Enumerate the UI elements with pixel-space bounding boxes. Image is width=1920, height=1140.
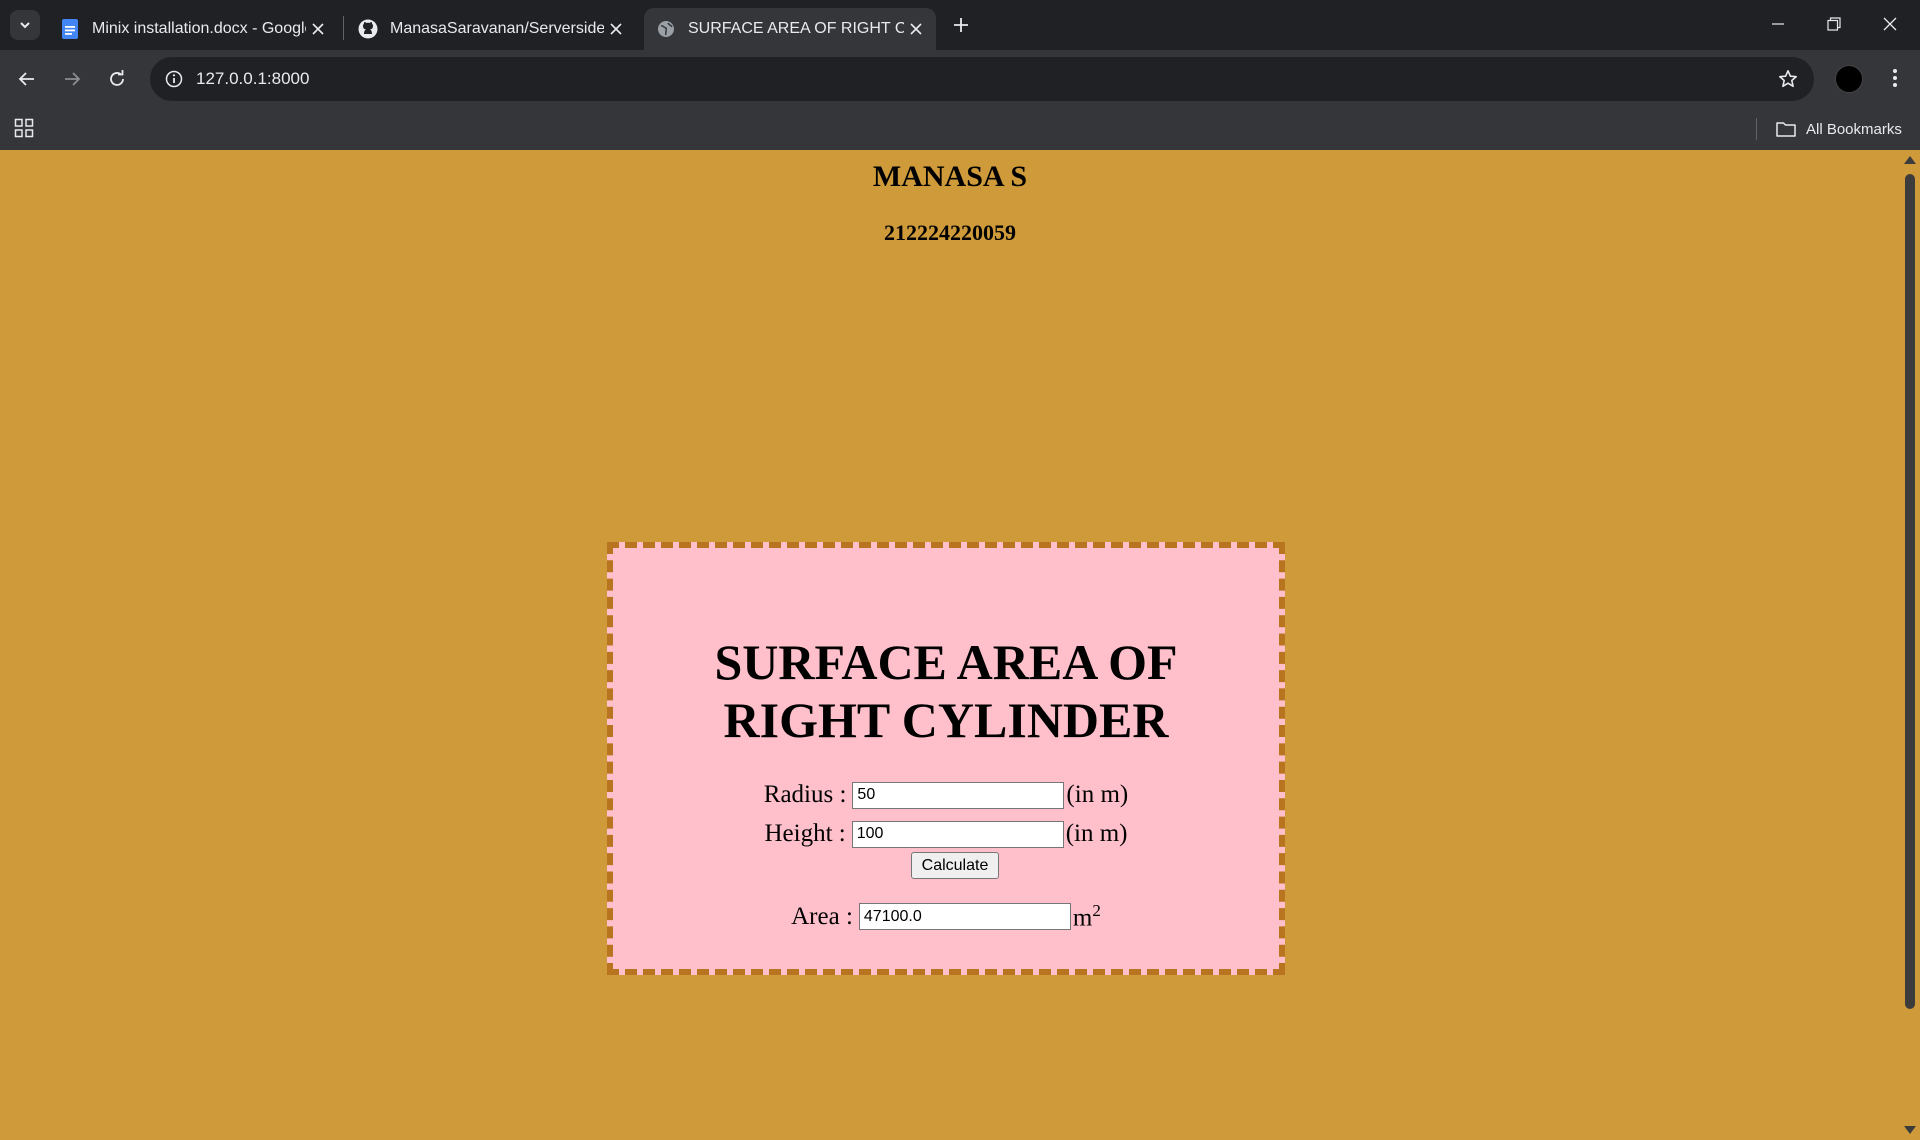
height-row: Height : (in m) (613, 820, 1279, 848)
github-icon (358, 19, 378, 39)
area-unit: m2 (1073, 901, 1101, 932)
calculate-button[interactable]: Calculate (911, 852, 999, 879)
register-number: 212224220059 (884, 220, 1016, 245)
area-unit-exponent: 2 (1092, 901, 1101, 920)
close-tab-icon[interactable] (904, 17, 928, 41)
tab-minix-doc[interactable]: Minix installation.docx - Google (48, 8, 338, 50)
all-bookmarks-label: All Bookmarks (1806, 120, 1902, 138)
radius-unit: (in m) (1066, 781, 1129, 808)
back-button[interactable] (10, 62, 44, 96)
restore-icon (1827, 17, 1841, 31)
page-scrollbar[interactable] (1900, 150, 1920, 1140)
plus-icon (954, 18, 968, 32)
arrow-left-icon (18, 72, 34, 86)
calculator-card: SURFACE AREA OF RIGHT CYLINDER Radius : … (607, 542, 1285, 975)
area-label: Area : (791, 902, 853, 930)
tab-bar: Minix installation.docx - Google ManasaS… (0, 0, 1920, 50)
page-content: MANASA S 212224220059 SURFACE AREA OF RI… (0, 150, 1900, 1140)
radius-row: Radius : (in m) (613, 781, 1279, 809)
browser-toolbar: 127.0.0.1:8000 (0, 50, 1920, 108)
tab-title: ManasaSaravanan/Serverside (390, 20, 604, 37)
bookmarks-bar: All Bookmarks (0, 108, 1920, 150)
radius-input[interactable] (852, 781, 1065, 809)
apps-grid-icon[interactable] (12, 116, 36, 140)
bookmarks-separator (1756, 118, 1757, 140)
address-bar[interactable]: 127.0.0.1:8000 (150, 57, 1814, 101)
close-tab-icon[interactable] (604, 17, 628, 41)
profile-avatar[interactable] (1835, 65, 1863, 93)
browser-menu-button[interactable] (1880, 62, 1910, 94)
globe-icon (656, 19, 676, 39)
tab-title: SURFACE AREA OF RIGHT CYLIN (688, 20, 904, 37)
area-row: Area : m2 (613, 901, 1279, 932)
more-vert-icon (1893, 69, 1897, 87)
tab-title: Minix installation.docx - Google (92, 20, 306, 37)
reload-icon (110, 70, 124, 86)
height-input[interactable] (851, 820, 1064, 848)
area-unit-base: m (1072, 904, 1093, 932)
tab-github-serverside[interactable]: ManasaSaravanan/Serverside (346, 8, 636, 50)
page-title: SURFACE AREA OF RIGHT CYLINDER (613, 633, 1279, 749)
area-output[interactable] (858, 903, 1071, 931)
tab-separator (343, 16, 344, 40)
height-label: Height : (764, 820, 846, 847)
minimize-button[interactable] (1750, 0, 1806, 48)
radius-label: Radius : (763, 781, 847, 808)
close-tab-icon[interactable] (306, 17, 330, 41)
forward-button[interactable] (55, 62, 89, 96)
title-line-1: SURFACE AREA OF (714, 634, 1178, 690)
restore-button[interactable] (1806, 0, 1862, 48)
tab-surface-area[interactable]: SURFACE AREA OF RIGHT CYLIN (644, 8, 936, 50)
title-line-2: RIGHT CYLINDER (723, 692, 1169, 748)
site-info-icon[interactable] (162, 67, 186, 91)
reload-button[interactable] (100, 62, 134, 96)
url-text[interactable]: 127.0.0.1:8000 (196, 69, 309, 89)
scroll-down-arrow-icon[interactable] (1904, 1126, 1916, 1134)
height-unit: (in m) (1065, 820, 1128, 847)
tab-search-button[interactable] (10, 10, 40, 40)
bookmark-star-icon[interactable] (1776, 67, 1800, 91)
close-icon (1883, 17, 1897, 31)
scroll-up-arrow-icon[interactable] (1904, 156, 1916, 164)
folder-icon (1776, 122, 1796, 137)
author-name: MANASA S (872, 160, 1028, 193)
close-window-button[interactable] (1862, 0, 1918, 48)
minimize-icon (1772, 23, 1784, 25)
google-docs-icon (60, 19, 80, 39)
scrollbar-thumb[interactable] (1905, 174, 1915, 1009)
chevron-down-icon (20, 22, 30, 29)
all-bookmarks-button[interactable]: All Bookmarks (1776, 116, 1902, 142)
new-tab-button[interactable] (947, 11, 975, 39)
arrow-right-icon (65, 72, 81, 86)
